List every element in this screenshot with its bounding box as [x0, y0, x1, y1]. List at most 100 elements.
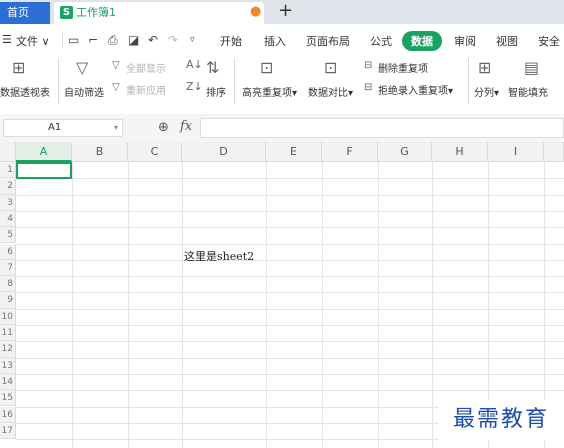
menu-data[interactable]: 数据 [402, 31, 442, 51]
column-header[interactable]: A [16, 142, 72, 162]
column-header[interactable] [544, 142, 564, 162]
column-header[interactable]: H [432, 142, 488, 162]
watermark: 最需教育 [438, 400, 564, 440]
formula-input[interactable] [200, 118, 564, 138]
ribbon: ⊞ 数据透视表 ▽ 自动筛选 ▽ 全部显示 ▽ 重新应用 A↓ Z↓ ⇅ 排序 … [0, 54, 564, 115]
sort-icon[interactable]: ⇅ [206, 60, 219, 76]
menu-page-layout[interactable]: 页面布局 [306, 33, 350, 49]
tab-workbook[interactable]: S 工作簿1 ● [54, 2, 264, 24]
highlight-duplicates-button[interactable]: 高亮重复项▾ [242, 84, 297, 99]
row-header[interactable]: 7 [0, 259, 16, 277]
row-header[interactable]: 10 [0, 308, 16, 325]
zoom-icon[interactable]: ⊕ [158, 120, 169, 135]
sort-asc-icon[interactable]: A↓ [186, 58, 203, 71]
smart-fill-button[interactable]: 智能填充 [508, 84, 548, 99]
row-header[interactable]: 9 [0, 292, 16, 309]
row-header[interactable]: 1 [0, 162, 16, 179]
sort-desc-icon[interactable]: Z↓ [186, 80, 203, 93]
grid-line [182, 162, 183, 448]
undo-icon[interactable]: ↶ [148, 33, 158, 47]
row-header[interactable]: 14 [0, 373, 16, 391]
row-header[interactable]: 5 [0, 227, 16, 244]
grid-line [16, 390, 564, 392]
name-box-value: A1 [48, 122, 62, 133]
column-header[interactable]: G [378, 142, 432, 162]
menu-file[interactable]: 文件 ∨ [16, 33, 50, 49]
grid-line [16, 259, 564, 261]
sort-button[interactable]: 排序 [206, 84, 226, 99]
highlight-duplicates-icon[interactable]: ⊡ [260, 60, 273, 76]
row-header[interactable]: 6 [0, 243, 16, 260]
menu-view[interactable]: 视图 [496, 33, 518, 49]
unsaved-dot-icon: ● [250, 4, 262, 19]
pivot-table-button[interactable]: 数据透视表 [0, 84, 50, 99]
tab-home[interactable]: 首页 [0, 2, 50, 24]
row-header[interactable]: 15 [0, 390, 16, 407]
print-icon[interactable]: ⎙ [108, 33, 118, 48]
data-compare-icon[interactable]: ⊡ [324, 60, 337, 76]
reject-duplicates-button[interactable]: 拒绝录入重复项▾ [378, 82, 453, 97]
grid-line [16, 308, 564, 310]
cell-D6[interactable]: 这里是sheet2 [184, 248, 254, 264]
grid-line [128, 162, 129, 448]
show-all-button[interactable]: 全部显示 [126, 60, 166, 75]
row-header[interactable]: 11 [0, 325, 16, 342]
grid-line [266, 162, 267, 448]
remove-duplicates-button[interactable]: 删除重复项 [378, 60, 428, 75]
split-columns-button[interactable]: 分列▾ [474, 84, 499, 99]
column-header[interactable]: C [128, 142, 182, 162]
data-compare-button[interactable]: 数据对比▾ [308, 84, 353, 99]
divider [234, 58, 235, 104]
smart-fill-icon[interactable]: ▤ [524, 60, 539, 76]
redo-icon[interactable]: ↷ [168, 33, 178, 47]
hamburger-menu-icon[interactable]: ☰ [2, 33, 12, 46]
grid-line [322, 162, 323, 448]
row-header[interactable]: 16 [0, 406, 16, 423]
menu-formula[interactable]: 公式 [370, 33, 392, 49]
tab-workbook-label: 工作簿1 [76, 6, 116, 19]
select-all-corner[interactable] [0, 142, 16, 162]
grid-line [16, 243, 564, 245]
column-header[interactable]: D [182, 142, 266, 162]
column-header[interactable]: B [72, 142, 128, 162]
grid-line [16, 292, 564, 294]
active-cell-A1[interactable] [16, 162, 72, 179]
format-painter-icon[interactable]: ⌐ [88, 33, 98, 47]
reapply-icon: ▽ [112, 82, 120, 93]
row-header[interactable]: 4 [0, 210, 16, 228]
menu-start[interactable]: 开始 [220, 33, 242, 49]
row-header[interactable]: 12 [0, 341, 16, 358]
grid-line [16, 373, 564, 375]
print-preview-icon[interactable]: ◪ [128, 33, 139, 47]
divider [58, 58, 59, 104]
formula-bar: A1 ▾ ⊕ fx [0, 114, 564, 142]
tab-bar: 首页 S 工作簿1 ● + [0, 0, 564, 24]
name-box[interactable]: A1 ▾ [3, 119, 123, 137]
row-header[interactable]: 2 [0, 178, 16, 195]
customize-dropdown-icon[interactable]: ▿ [190, 35, 195, 45]
grid-line [432, 162, 433, 448]
menu-insert[interactable]: 插入 [264, 33, 286, 49]
column-header[interactable]: E [266, 142, 322, 162]
grid-line [378, 162, 379, 448]
row-header[interactable]: 17 [0, 422, 16, 440]
column-header[interactable]: F [322, 142, 378, 162]
filter-icon[interactable]: ▽ [76, 60, 88, 76]
row-header[interactable]: 3 [0, 194, 16, 211]
reapply-button[interactable]: 重新应用 [126, 82, 166, 97]
function-icon[interactable]: fx [180, 119, 192, 134]
grid-line [16, 210, 564, 212]
remove-duplicates-icon: ⊟ [364, 60, 373, 71]
row-header[interactable]: 13 [0, 357, 16, 374]
show-all-icon: ▽ [112, 60, 120, 71]
row-header[interactable]: 8 [0, 276, 16, 293]
column-header[interactable]: I [488, 142, 544, 162]
pivot-table-icon[interactable]: ⊞ [12, 60, 25, 76]
new-tab-button[interactable]: + [278, 0, 293, 22]
menu-security[interactable]: 安全 [538, 33, 560, 49]
save-icon[interactable]: ▭ [68, 33, 79, 47]
split-columns-icon[interactable]: ⊞ [478, 60, 491, 76]
autofilter-button[interactable]: 自动筛选 [64, 84, 104, 99]
menu-review[interactable]: 审阅 [454, 33, 476, 49]
chevron-down-icon[interactable]: ▾ [114, 120, 118, 136]
